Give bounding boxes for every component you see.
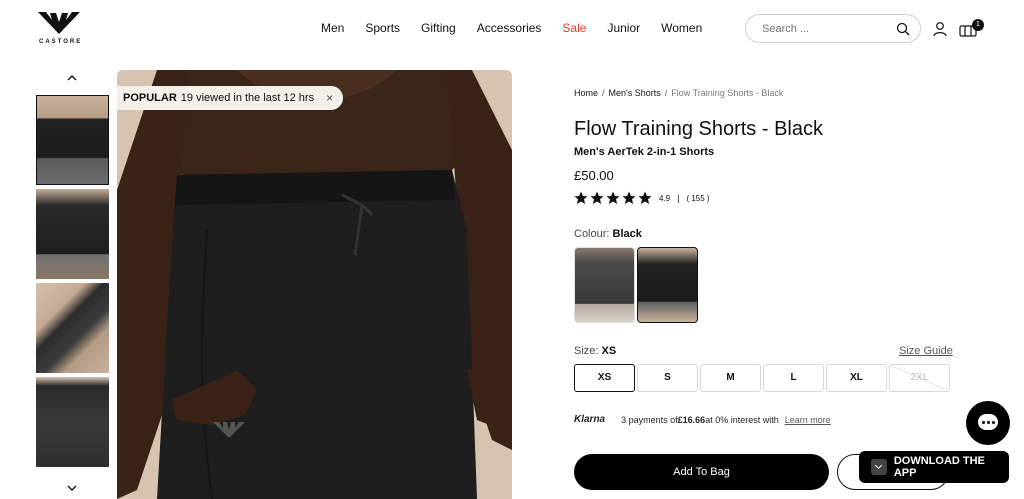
thumbnails-up-chevron-icon[interactable] <box>64 72 80 84</box>
rating-row[interactable]: 4.9 | ( 155 ) <box>574 191 710 205</box>
breadcrumb: Home / Men's Shorts / Flow Training Shorts -… <box>574 88 784 98</box>
colour-swatch-grey[interactable] <box>574 247 635 323</box>
chat-bubble-icon <box>978 414 998 430</box>
chat-button[interactable] <box>966 401 1010 445</box>
popular-text: 19 viewed in the last 12 hrs <box>180 92 315 104</box>
size-guide-link[interactable]: Size Guide <box>899 345 953 357</box>
cart-count-badge: 1 <box>972 19 984 31</box>
breadcrumb-mens-shorts[interactable]: Men's Shorts <box>609 88 661 98</box>
nav-item-sale[interactable]: Sale <box>562 21 586 35</box>
thumbnail-4[interactable] <box>36 377 109 467</box>
thumbnail-3[interactable] <box>36 283 109 373</box>
chevron-down-icon <box>871 459 887 475</box>
colour-label: Colour: Black <box>574 228 642 240</box>
nav-item-gifting[interactable]: Gifting <box>421 21 456 35</box>
size-button-m[interactable]: M <box>700 364 761 392</box>
size-button-l[interactable]: L <box>763 364 824 392</box>
klarna-amount: £16.66 <box>677 414 706 425</box>
star-icon <box>606 191 620 204</box>
popular-label: POPULAR <box>123 92 177 104</box>
colour-swatch-black[interactable] <box>637 247 698 323</box>
colour-value: Black <box>612 228 642 240</box>
popular-badge: POPULAR 19 viewed in the last 12 hrs × <box>117 86 344 110</box>
breadcrumb-current: Flow Training Shorts - Black <box>671 88 784 98</box>
brand-name: CASTORE <box>39 39 83 45</box>
castore-logo[interactable]: CASTORE <box>34 10 84 48</box>
klarna-text-pre: 3 payments of <box>621 414 678 425</box>
thumbnails-down-chevron-icon[interactable] <box>64 482 80 494</box>
rating-separator: | <box>677 193 680 203</box>
star-icon <box>622 191 636 204</box>
thumbnail-2[interactable] <box>36 189 109 279</box>
site-header: CASTORE Men Sports Gifting Accessories S… <box>0 0 1024 58</box>
nav-item-accessories[interactable]: Accessories <box>477 21 542 35</box>
castore-wing-icon <box>38 12 80 34</box>
size-button-s[interactable]: S <box>637 364 698 392</box>
search-icon[interactable] <box>896 22 910 36</box>
star-icon <box>590 191 604 204</box>
download-app-button[interactable]: DOWNLOAD THE APP <box>859 451 1009 483</box>
size-label-text: Size: <box>574 345 599 357</box>
product-price: £50.00 <box>574 168 614 183</box>
star-icon <box>574 191 588 204</box>
nav-item-men[interactable]: Men <box>321 21 344 35</box>
size-button-2xl[interactable]: 2XL <box>889 364 950 392</box>
size-label: Size: XS <box>574 345 616 357</box>
thumbnail-1[interactable] <box>36 95 109 185</box>
search-box <box>745 14 921 43</box>
klarna-text-post: at 0% interest with <box>705 414 779 425</box>
size-value: XS <box>601 345 617 357</box>
main-nav: Men Sports Gifting Accessories Sale Juni… <box>321 21 723 35</box>
nav-item-junior[interactable]: Junior <box>607 21 640 35</box>
rating-value: 4.9 <box>659 193 671 203</box>
klarna-row: Klarna 3 payments of £16.66 at 0% interest… <box>574 414 831 425</box>
add-to-bag-button[interactable]: Add To Bag <box>574 454 829 490</box>
product-title: Flow Training Shorts - Black <box>574 118 823 140</box>
account-icon[interactable] <box>932 21 948 37</box>
size-button-xs[interactable]: XS <box>574 364 635 392</box>
nav-item-sports[interactable]: Sports <box>365 21 400 35</box>
popular-close-icon[interactable]: × <box>326 86 333 110</box>
breadcrumb-home[interactable]: Home <box>574 88 598 98</box>
main-product-image[interactable] <box>117 70 512 499</box>
review-count[interactable]: ( 155 ) <box>686 194 709 203</box>
klarna-logo: Klarna <box>574 414 606 425</box>
size-button-xl[interactable]: XL <box>826 364 887 392</box>
nav-item-women[interactable]: Women <box>661 21 702 35</box>
product-photo <box>117 70 512 499</box>
klarna-learn-more-link[interactable]: Learn more <box>785 415 831 425</box>
download-app-label: DOWNLOAD THE APP <box>893 455 985 479</box>
colour-label-text: Colour: <box>574 228 610 240</box>
star-icon <box>638 191 652 204</box>
product-subtitle: Men's AerTek 2-in-1 Shorts <box>574 146 715 158</box>
search-input[interactable] <box>762 21 892 37</box>
